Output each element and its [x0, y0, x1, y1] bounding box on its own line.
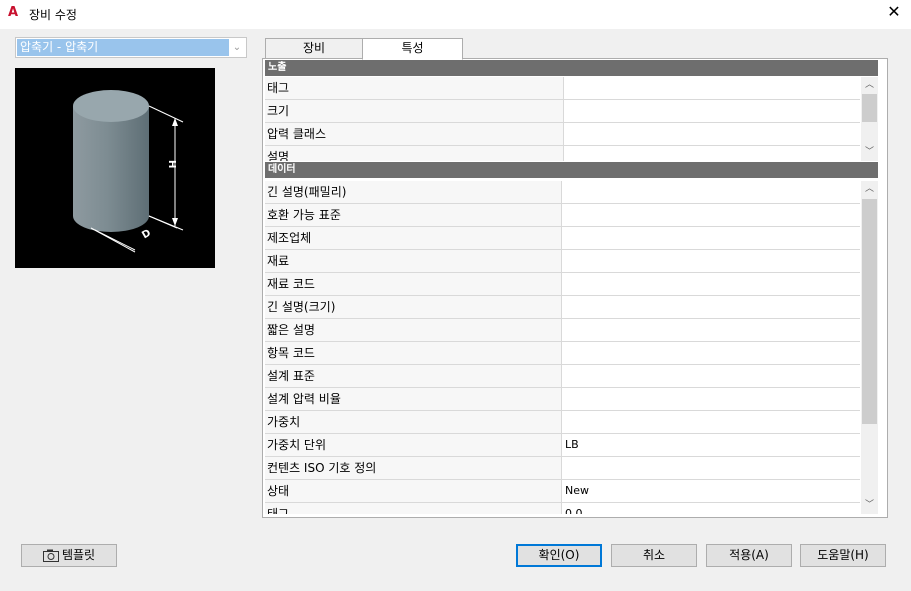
property-name: 재료 — [265, 250, 562, 272]
property-row[interactable]: 긴 설명(패밀리) — [265, 181, 860, 204]
cylinder-compressor-icon: H D — [73, 90, 184, 253]
template-button-label: 템플릿 — [61, 548, 96, 562]
help-button[interactable]: 도움말(H) — [800, 544, 886, 567]
property-row[interactable]: 가중치 — [265, 411, 860, 434]
property-name: 긴 설명(크기) — [265, 296, 562, 318]
property-name: 긴 설명(패밀리) — [265, 181, 562, 203]
window-title: 장비 수정 — [29, 8, 77, 22]
scroll-down-icon[interactable]: ﹀ — [861, 144, 878, 161]
property-value[interactable]: New — [562, 480, 860, 502]
chevron-down-icon[interactable]: ⌄ — [230, 40, 244, 56]
property-name: 가중치 단위 — [265, 434, 562, 456]
property-name: 설명 — [265, 146, 564, 161]
property-name: 태그 — [265, 77, 564, 99]
dim-h-label: H — [166, 160, 177, 168]
scroll-thumb[interactable] — [862, 199, 877, 424]
property-row[interactable]: 긴 설명(크기) — [265, 296, 860, 319]
data-grid: 긴 설명(패밀리) 호환 가능 표준 제조업체 재료 재료 코드 긴 설명(크기… — [265, 181, 860, 514]
tab-equipment[interactable]: 장비 — [265, 38, 363, 59]
property-value[interactable] — [562, 273, 860, 295]
property-name: 상태 — [265, 480, 562, 502]
property-row[interactable]: 설계 압력 비율 — [265, 388, 860, 411]
property-value[interactable] — [562, 227, 860, 249]
close-icon: ✕ — [887, 2, 901, 21]
property-row[interactable]: 제조업체 — [265, 227, 860, 250]
property-row[interactable]: 설명 — [265, 146, 860, 161]
property-value[interactable]: 0.0 — [562, 503, 860, 514]
property-value[interactable] — [564, 123, 860, 145]
property-row[interactable]: 컨텐츠 ISO 기호 정의 — [265, 457, 860, 480]
property-name: 제조업체 — [265, 227, 562, 249]
section-header-exposure: 노출 — [265, 60, 878, 76]
property-row[interactable]: 재료 — [265, 250, 860, 273]
property-row[interactable]: 상태 New — [265, 480, 860, 503]
section-header-data: 데이터 — [265, 162, 878, 178]
data-scrollbar[interactable]: ︿ ﹀ — [861, 181, 878, 514]
property-value[interactable] — [564, 77, 860, 99]
scroll-down-icon[interactable]: ﹀ — [861, 497, 878, 514]
cancel-button[interactable]: 취소 — [611, 544, 697, 567]
property-name: 재료 코드 — [265, 273, 562, 295]
equipment-preview: H D — [15, 68, 215, 268]
equipment-type-value: 압축기 - 압축기 — [17, 39, 229, 56]
scroll-up-icon[interactable]: ︿ — [861, 181, 878, 198]
property-name: 태그 — [265, 503, 562, 514]
property-value[interactable] — [562, 204, 860, 226]
property-row[interactable]: 호환 가능 표준 — [265, 204, 860, 227]
property-row[interactable]: 항목 코드 — [265, 342, 860, 365]
apply-button[interactable]: 적용(A) — [706, 544, 792, 567]
property-name: 컨텐츠 ISO 기호 정의 — [265, 457, 562, 479]
property-value[interactable] — [562, 411, 860, 433]
property-value[interactable] — [562, 319, 860, 341]
property-value[interactable] — [564, 146, 860, 161]
property-value[interactable] — [562, 342, 860, 364]
property-value[interactable] — [562, 296, 860, 318]
property-row[interactable]: 태그 0.0 — [265, 503, 860, 514]
exposure-grid: 태그 크기 압력 클래스 설명 — [265, 77, 860, 161]
property-value[interactable] — [562, 365, 860, 387]
property-name: 호환 가능 표준 — [265, 204, 562, 226]
property-row[interactable]: 압력 클래스 — [265, 123, 860, 146]
dim-d-label: D — [140, 228, 153, 242]
exposure-scrollbar[interactable]: ︿ ﹀ — [861, 77, 878, 161]
property-row[interactable]: 태그 — [265, 77, 860, 100]
property-row[interactable]: 재료 코드 — [265, 273, 860, 296]
scroll-up-icon[interactable]: ︿ — [861, 77, 878, 94]
property-name: 짧은 설명 — [265, 319, 562, 341]
camera-icon — [42, 549, 59, 562]
property-value[interactable] — [562, 388, 860, 410]
equipment-type-select[interactable]: 압축기 - 압축기 ⌄ — [15, 37, 247, 58]
title-bar: A 장비 수정 ✕ — [0, 0, 911, 29]
property-name: 항목 코드 — [265, 342, 562, 364]
property-name: 설계 표준 — [265, 365, 562, 387]
property-name: 압력 클래스 — [265, 123, 564, 145]
property-row[interactable]: 짧은 설명 — [265, 319, 860, 342]
scroll-thumb[interactable] — [862, 94, 877, 122]
property-name: 설계 압력 비율 — [265, 388, 562, 410]
close-button[interactable]: ✕ — [877, 0, 911, 26]
ok-button[interactable]: 확인(O) — [516, 544, 602, 567]
property-name: 크기 — [265, 100, 564, 122]
property-value[interactable] — [564, 100, 860, 122]
property-name: 가중치 — [265, 411, 562, 433]
property-row[interactable]: 크기 — [265, 100, 860, 123]
property-value[interactable] — [562, 181, 860, 203]
property-value[interactable] — [562, 250, 860, 272]
property-row[interactable]: 설계 표준 — [265, 365, 860, 388]
property-value[interactable]: LB — [562, 434, 860, 456]
template-button[interactable]: 템플릿 — [21, 544, 117, 567]
autocad-logo-icon: A — [8, 5, 19, 20]
property-row[interactable]: 가중치 단위 LB — [265, 434, 860, 457]
tab-properties[interactable]: 특성 — [362, 38, 463, 60]
property-value[interactable] — [562, 457, 860, 479]
